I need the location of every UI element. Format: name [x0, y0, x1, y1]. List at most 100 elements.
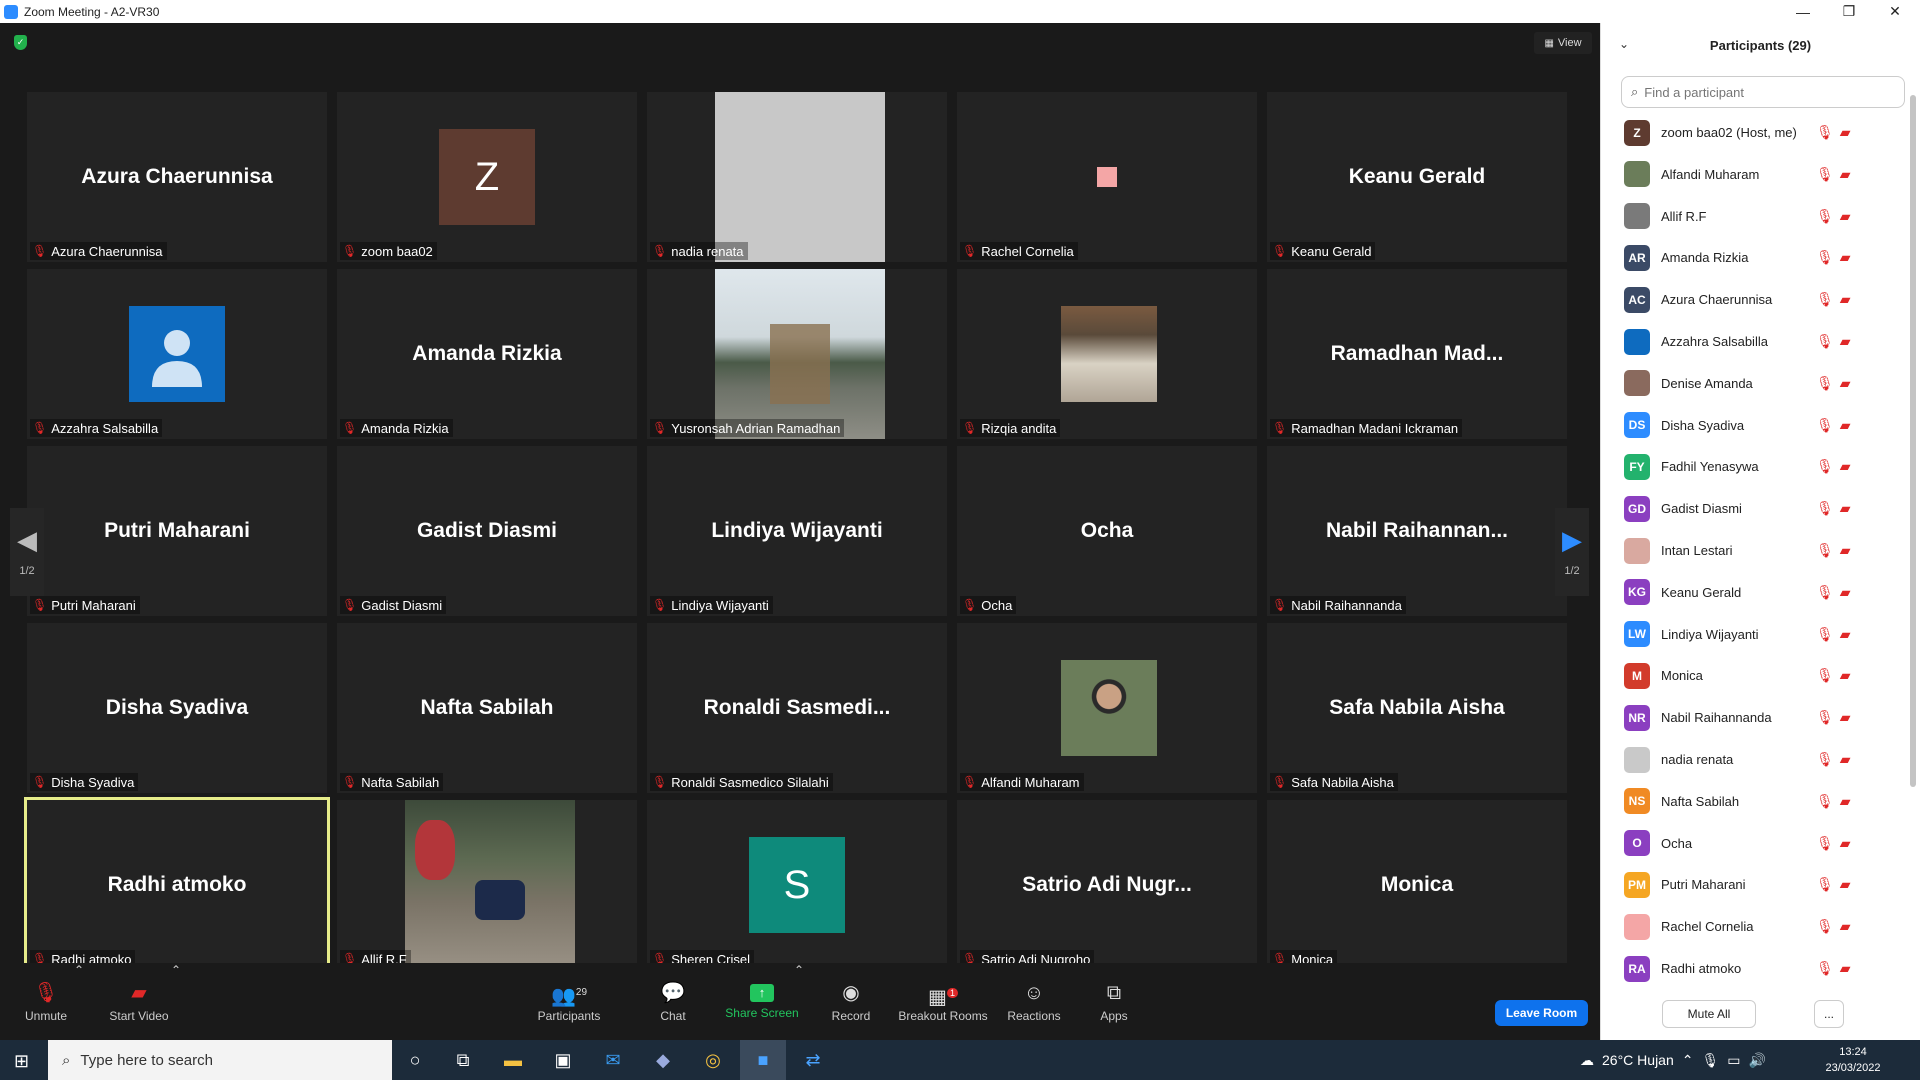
participant-row[interactable]: Intan Lestari 🎙▰	[1601, 530, 1906, 571]
start-video-button[interactable]: ▰ Start Video	[104, 963, 174, 1040]
participant-row[interactable]: Azzahra Salsabilla 🎙▰	[1601, 321, 1906, 362]
video-tile[interactable]: Putri Maharani 🎙 Putri Maharani	[27, 446, 327, 616]
record-button[interactable]: ◉ Record	[826, 963, 876, 1040]
video-tile[interactable]: Safa Nabila Aisha 🎙 Safa Nabila Aisha	[1267, 623, 1567, 793]
participant-row[interactable]: FY Fadhil Yenasywa 🎙▰	[1601, 446, 1906, 487]
reactions-button[interactable]: ☺ Reactions	[1004, 963, 1064, 1040]
cortana-icon[interactable]: ○	[392, 1040, 438, 1080]
video-options-caret[interactable]: ⌃	[171, 963, 181, 977]
video-tile[interactable]: 🎙 Rizqia andita	[957, 269, 1257, 439]
video-tile[interactable]: Gadist Diasmi 🎙 Gadist Diasmi	[337, 446, 637, 616]
participant-row[interactable]: NR Nabil Raihannanda 🎙▰	[1601, 697, 1906, 738]
more-options-button[interactable]: ...	[1814, 1000, 1844, 1028]
taskbar-search[interactable]: ⌕ Type here to search	[48, 1040, 392, 1080]
muted-mic-icon: 🎙	[962, 775, 978, 789]
chat-button[interactable]: 💬 Chat	[650, 963, 696, 1040]
video-tile[interactable]: Ramadhan Mad... 🎙 Ramadhan Madani Ickraman	[1267, 269, 1567, 439]
store-icon[interactable]: ▣	[540, 1040, 586, 1080]
video-tile[interactable]: 🎙 Yusronsah Adrian Ramadhan	[647, 269, 947, 439]
participant-row[interactable]: AR Amanda Rizkia 🎙▰	[1601, 237, 1906, 278]
participant-row[interactable]: Denise Amanda 🎙▰	[1601, 363, 1906, 404]
taskbar-clock[interactable]: 13:24 23/03/2022	[1810, 1044, 1896, 1076]
video-tile[interactable]: Ocha 🎙 Ocha	[957, 446, 1257, 616]
mail-icon[interactable]: ✉	[590, 1040, 636, 1080]
video-tile[interactable]: Radhi atmoko 🎙 Radhi atmoko	[24, 797, 330, 973]
video-tile[interactable]: S 🎙 Sheren Crisel	[647, 800, 947, 970]
participant-row[interactable]: RA Radhi atmoko 🎙▰	[1601, 948, 1906, 982]
close-button[interactable]: ✕	[1872, 0, 1918, 23]
video-tile[interactable]: Disha Syadiva 🎙 Disha Syadiva	[27, 623, 327, 793]
participant-search[interactable]: ⌕	[1621, 76, 1905, 108]
video-tile[interactable]: 🎙 Alfandi Muharam	[957, 623, 1257, 793]
video-tile[interactable]: Satrio Adi Nugr... 🎙 Satrio Adi Nugroho	[957, 800, 1257, 970]
participant-row[interactable]: nadia renata 🎙▰	[1601, 739, 1906, 780]
video-tile[interactable]: Amanda Rizkia 🎙 Amanda Rizkia	[337, 269, 637, 439]
video-tile[interactable]: Z 🎙 zoom baa02	[337, 92, 637, 262]
mic-tray-icon[interactable]: 🎙	[1701, 1052, 1719, 1069]
windows-start-icon[interactable]: ⊞	[14, 1051, 29, 1072]
participant-avatar: FY	[1624, 453, 1650, 480]
app-icon[interactable]: ◆	[640, 1040, 686, 1080]
participant-row[interactable]: Rachel Cornelia 🎙▰	[1601, 906, 1906, 947]
participant-row[interactable]: Zzoom baa02 (Host, me) 🎙▰	[1601, 112, 1906, 153]
video-tile[interactable]: 🎙 Rachel Cornelia	[957, 92, 1257, 262]
participant-row[interactable]: DS Disha Syadiva 🎙▰	[1601, 405, 1906, 446]
unmute-button[interactable]: 🎙 Unmute	[20, 963, 72, 1040]
muted-mic-icon: 🎙	[342, 598, 358, 612]
share-screen-button[interactable]: ↑ Share Screen	[724, 963, 800, 1040]
volume-icon[interactable]: 🔊	[1749, 1052, 1766, 1069]
file-explorer-icon[interactable]: ▬	[490, 1040, 536, 1080]
participants-button[interactable]: 👥29 Participants	[534, 963, 604, 1040]
weather-text[interactable]: 26°C Hujan	[1602, 1052, 1674, 1068]
video-tile[interactable]: Ronaldi Sasmedi... 🎙 Ronaldi Sasmedico Sil…	[647, 623, 947, 793]
network-icon[interactable]: ▭	[1727, 1052, 1740, 1069]
video-off-icon: ▰	[131, 981, 147, 1004]
mute-all-button[interactable]: Mute All	[1662, 1000, 1756, 1028]
video-tile[interactable]: Nafta Sabilah 🎙 Nafta Sabilah	[337, 623, 637, 793]
participant-row[interactable]: LW Lindiya Wijayanti 🎙▰	[1601, 614, 1906, 655]
participant-avatar: NS	[1624, 788, 1650, 815]
share-options-caret[interactable]: ⌃	[794, 963, 804, 977]
video-tile[interactable]: Nabil Raihannan... 🎙 Nabil Raihannanda	[1267, 446, 1567, 616]
zoom-taskbar-icon[interactable]: ■	[740, 1040, 786, 1080]
participant-row[interactable]: M Monica 🎙▰	[1601, 655, 1906, 696]
audio-options-caret[interactable]: ⌃	[74, 963, 84, 977]
muted-mic-icon: 🎙	[1272, 598, 1288, 612]
video-tile[interactable]: Azura Chaerunnisa 🎙 Azura Chaerunnisa	[27, 92, 327, 262]
participant-row[interactable]: Alfandi Muharam 🎙▰	[1601, 154, 1906, 195]
next-page-button[interactable]: ▶ 1/2	[1555, 508, 1589, 596]
chrome-icon[interactable]: ◎	[690, 1040, 736, 1080]
participant-row[interactable]: KG Keanu Gerald 🎙▰	[1601, 572, 1906, 613]
video-tile[interactable]: 🎙 nadia renata	[647, 92, 947, 262]
video-tile[interactable]: 🎙 Allif R.F	[337, 800, 637, 970]
teamviewer-icon[interactable]: ⇄	[790, 1040, 836, 1080]
security-shield-icon[interactable]: ✓	[14, 35, 27, 50]
prev-page-button[interactable]: ◀ 1/2	[10, 508, 44, 596]
participant-row[interactable]: NS Nafta Sabilah 🎙▰	[1601, 781, 1906, 822]
apps-button[interactable]: ⧉ Apps	[1094, 963, 1134, 1040]
maximize-button[interactable]: ❐	[1826, 0, 1872, 23]
video-tile[interactable]: 🎙 Azzahra Salsabilla	[27, 269, 327, 439]
view-button[interactable]: ▦ View	[1534, 32, 1592, 54]
breakout-rooms-button[interactable]: ▦ 1 Breakout Rooms	[898, 963, 988, 1040]
tray-chevron-icon[interactable]: ⌃	[1682, 1052, 1694, 1069]
video-tile[interactable]: Monica 🎙 Monica	[1267, 800, 1567, 970]
participant-row[interactable]: AC Azura Chaerunnisa 🎙▰	[1601, 279, 1906, 320]
participant-row[interactable]: PM Putri Maharani 🎙▰	[1601, 864, 1906, 905]
tile-display-name: Satrio Adi Nugr...	[1022, 873, 1192, 896]
participant-search-input[interactable]	[1644, 84, 1885, 100]
muted-mic-icon: 🎙	[652, 775, 668, 789]
participant-row[interactable]: Allif R.F 🎙▰	[1601, 196, 1906, 237]
participant-list-scrollbar[interactable]	[1910, 95, 1916, 787]
participant-row[interactable]: O Ocha 🎙▰	[1601, 823, 1906, 864]
minimize-button[interactable]: —	[1780, 0, 1826, 23]
task-view-icon[interactable]: ⧉	[440, 1040, 486, 1080]
leave-room-button[interactable]: Leave Room	[1495, 1000, 1588, 1026]
participant-list-name: Alfandi Muharam	[1661, 166, 1760, 182]
tile-display-name: Amanda Rizkia	[412, 342, 562, 365]
initial-avatar: S	[749, 837, 845, 933]
participant-row[interactable]: GD Gadist Diasmi 🎙▰	[1601, 488, 1906, 529]
video-tile[interactable]: Lindiya Wijayanti 🎙 Lindiya Wijayanti	[647, 446, 947, 616]
video-tile[interactable]: Keanu Gerald 🎙 Keanu Gerald	[1267, 92, 1567, 262]
left-arrow-icon: ◀	[17, 525, 37, 555]
